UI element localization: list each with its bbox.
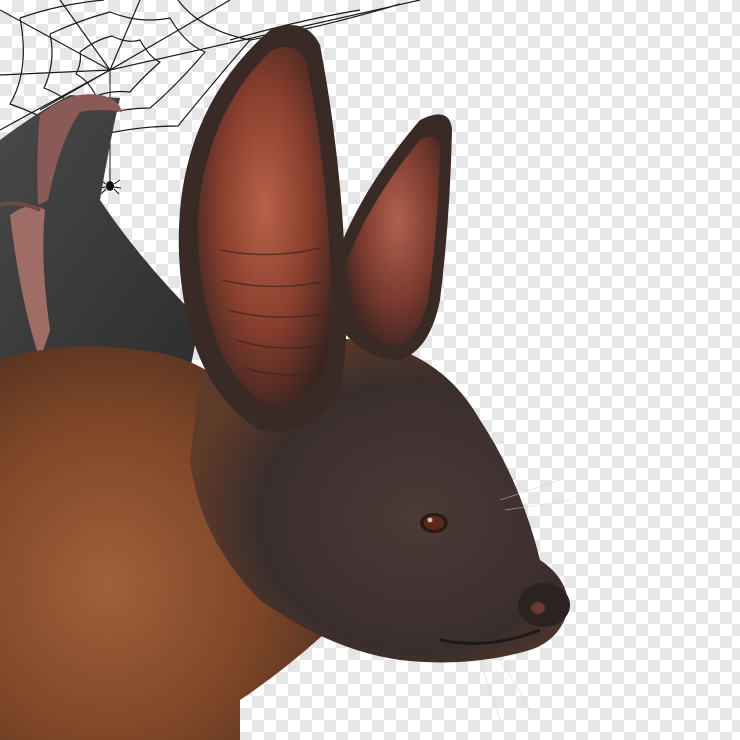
bat-eye <box>420 513 448 533</box>
image-canvas <box>0 0 740 740</box>
bat-ear-right <box>335 114 452 360</box>
bat-illustration <box>0 0 571 740</box>
bat-wing <box>0 94 200 380</box>
